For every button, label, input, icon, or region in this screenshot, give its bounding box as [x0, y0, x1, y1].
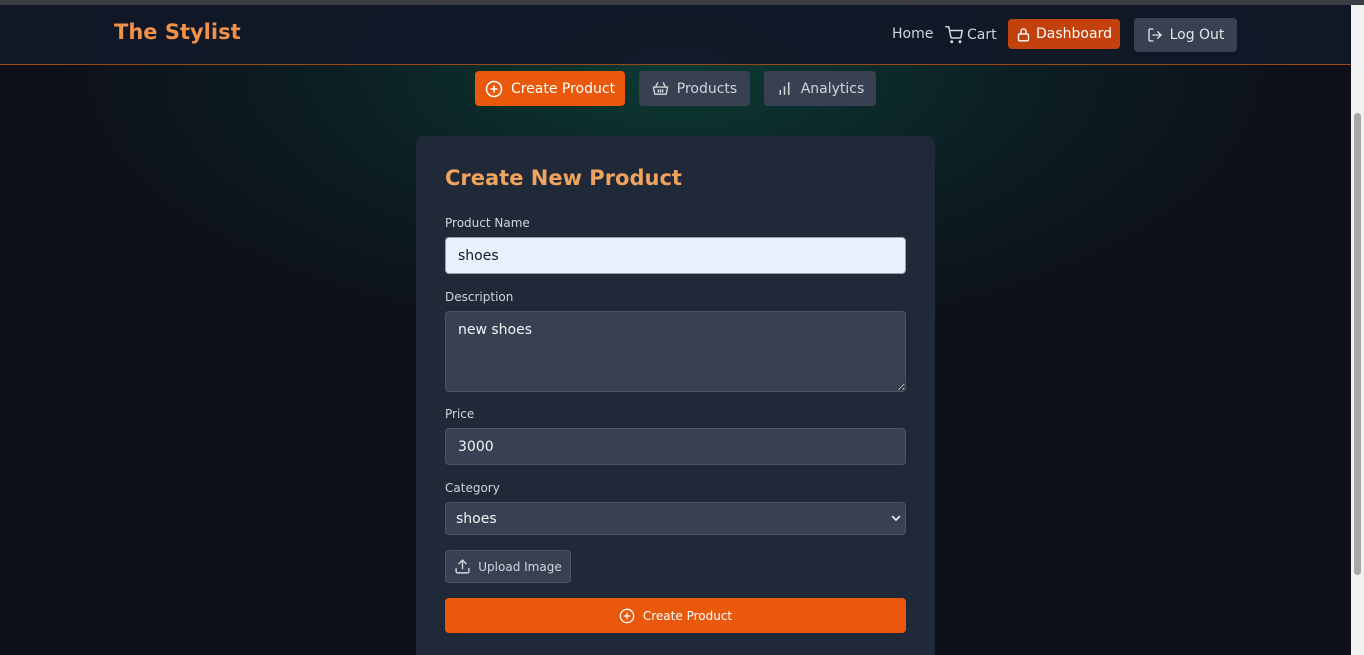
upload-image-label: Upload Image — [478, 559, 562, 574]
navbar: The Stylist Home Cart Dashboard Log Out — [0, 5, 1351, 65]
product-name-input[interactable] — [445, 237, 906, 274]
description-label: Description — [445, 290, 514, 304]
logout-icon — [1147, 27, 1163, 43]
form-title: Create New Product — [445, 166, 682, 190]
logout-button[interactable]: Log Out — [1134, 18, 1237, 52]
price-input[interactable] — [445, 428, 906, 465]
tab-products-label: Products — [676, 80, 738, 97]
category-select[interactable]: shoes — [445, 502, 906, 535]
tab-analytics[interactable]: Analytics — [764, 71, 876, 106]
price-label: Price — [445, 407, 475, 421]
tab-analytics-label: Analytics — [800, 80, 865, 97]
nav-cart-label: Cart — [967, 27, 997, 43]
cart-icon — [945, 26, 963, 44]
create-product-submit-label: Create Product — [642, 608, 733, 623]
tab-create-product[interactable]: Create Product — [475, 71, 625, 106]
logout-label: Log Out — [1169, 27, 1225, 43]
upload-icon — [454, 558, 471, 575]
dashboard-button[interactable]: Dashboard — [1008, 19, 1120, 49]
nav-home-link[interactable]: Home — [892, 26, 933, 42]
upload-image-button[interactable]: Upload Image — [445, 550, 571, 583]
scrollbar-thumb[interactable] — [1354, 113, 1361, 575]
basket-icon — [652, 80, 669, 97]
description-textarea[interactable]: new shoes — [445, 311, 906, 392]
lock-icon — [1016, 27, 1031, 42]
bar-chart-icon — [776, 80, 793, 97]
nav-cart-link[interactable]: Cart — [945, 26, 997, 44]
brand-logo[interactable]: The Stylist — [114, 20, 241, 44]
product-name-label: Product Name — [445, 216, 530, 230]
category-label: Category — [445, 481, 500, 495]
dashboard-label: Dashboard — [1036, 26, 1112, 42]
page-scrollbar[interactable] — [1351, 5, 1364, 655]
plus-circle-icon — [485, 80, 503, 98]
create-product-submit-button[interactable]: Create Product — [445, 598, 906, 633]
tab-products[interactable]: Products — [639, 71, 750, 106]
plus-circle-icon — [619, 608, 635, 624]
tab-create-product-label: Create Product — [510, 80, 616, 97]
nav-home-label: Home — [892, 26, 934, 42]
